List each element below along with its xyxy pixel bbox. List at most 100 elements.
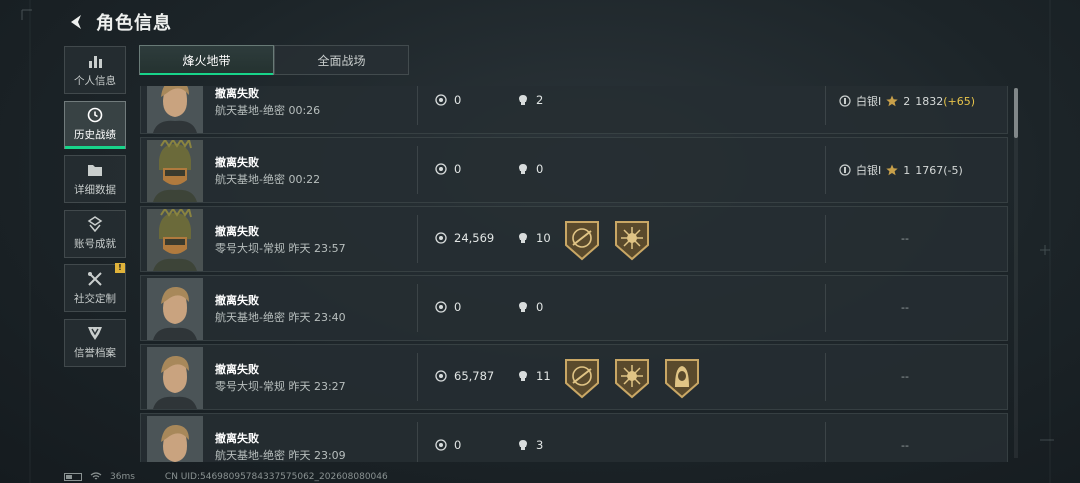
ping-text: 36ms <box>110 471 135 482</box>
tab-full-battlefield[interactable]: 全面战场 <box>274 45 409 75</box>
sidebar-item-reputation[interactable]: 信誉档案 <box>64 318 126 367</box>
avatar <box>147 86 203 133</box>
loot-value-text: 0 <box>454 93 462 107</box>
avatar <box>147 347 203 409</box>
scrollbar-track[interactable] <box>1014 88 1018 458</box>
rank-name: 白银I <box>856 95 882 108</box>
loot-value: 65,787 <box>435 369 494 383</box>
coin-icon <box>435 439 447 451</box>
column-divider <box>417 86 418 125</box>
skull-icon <box>519 302 527 312</box>
sidebar-item-achievements[interactable]: 账号成就 <box>64 209 126 258</box>
map-and-time: 零号大坝-常规 昨天 23:27 <box>215 380 346 393</box>
match-history-list[interactable]: 撤离失败 航天基地-绝密 00:26 0 2 白银I 2 1832 (+65) 撤… <box>140 86 1010 462</box>
kill-count-text: 11 <box>536 369 551 383</box>
sidebar-item-social[interactable]: ! 社交定制 <box>64 263 126 312</box>
map-and-time: 航天基地-绝密 00:26 <box>215 104 321 117</box>
hooded-medal-icon <box>665 359 699 399</box>
scrollbar-thumb[interactable] <box>1014 88 1018 138</box>
avatar <box>147 209 203 271</box>
coin-icon <box>435 163 447 175</box>
map-and-time: 航天基地-绝密 00:22 <box>215 173 321 186</box>
back-arrow-icon[interactable] <box>66 12 86 32</box>
column-divider <box>417 353 418 401</box>
star-icon <box>886 164 898 176</box>
sidebar: 个人信息 历史战绩 详细数据 账号成就 ! 社交定制 信誉档案 <box>64 46 126 373</box>
score-delta: (+65) <box>943 94 976 108</box>
avatar <box>147 278 203 340</box>
kill-count-text: 0 <box>536 162 544 176</box>
column-divider <box>825 284 826 332</box>
kill-count: 11 <box>517 369 551 383</box>
kill-count: 0 <box>517 162 543 176</box>
sidebar-item-personal-info[interactable]: 个人信息 <box>64 46 126 94</box>
match-result: 撤离失败 <box>215 432 259 445</box>
kill-count: 3 <box>517 438 543 452</box>
rank-score: 1832 <box>915 94 944 108</box>
map-and-time: 航天基地-绝密 昨天 23:09 <box>215 449 346 462</box>
sidebar-item-history[interactable]: 历史战绩 <box>64 100 126 149</box>
rifle-medal-icon <box>565 221 599 261</box>
loot-value: 0 <box>435 438 461 452</box>
column-divider <box>417 146 418 194</box>
match-result: 撤离失败 <box>215 363 259 376</box>
map-and-time: 航天基地-绝密 昨天 23:40 <box>215 311 346 324</box>
sidebar-item-label: 详细数据 <box>74 183 116 196</box>
shield-badge-icon <box>88 327 102 340</box>
column-divider <box>417 422 418 462</box>
uid-text: CN UID:5469809578433757506​2_20260808004… <box>164 471 388 482</box>
match-result: 撤离失败 <box>215 225 259 238</box>
rank-placeholder: -- <box>901 370 909 383</box>
column-divider <box>417 284 418 332</box>
loot-value-text: 0 <box>454 162 462 176</box>
rank-stars: 1 <box>903 163 911 177</box>
list-item[interactable]: 撤离失败 航天基地-绝密 昨天 23:40 0 0 -- <box>140 275 1008 341</box>
sidebar-item-label: 账号成就 <box>74 238 116 250</box>
list-item[interactable]: 撤离失败 零号大坝-常规 昨天 23:57 24,569 10 -- <box>140 206 1008 272</box>
rank-info: 白银I 1 1767(-5) <box>839 162 963 178</box>
rank-score: 1767(-5) <box>915 163 963 177</box>
tab-blaze-zone[interactable]: 烽火地带 <box>139 45 274 75</box>
kill-count: 0 <box>517 300 543 314</box>
list-item[interactable]: 撤离失败 航天基地-绝密 00:22 0 0 白银I 1 1767(-5) <box>140 137 1008 203</box>
sun-medal-icon <box>615 221 649 261</box>
tools-icon <box>88 271 102 286</box>
loot-value: 0 <box>435 162 461 176</box>
column-divider <box>825 353 826 401</box>
star-icon <box>886 95 898 107</box>
skull-icon <box>519 95 527 105</box>
coin-icon <box>435 232 447 244</box>
column-divider <box>417 215 418 263</box>
mode-tabs: 烽火地带 全面战场 <box>139 45 409 75</box>
loot-value: 0 <box>435 93 461 107</box>
kill-count: 10 <box>517 231 551 245</box>
achievement-icon <box>87 216 103 232</box>
column-divider <box>825 422 826 462</box>
sidebar-item-label: 社交定制 <box>74 292 116 305</box>
rank-name: 白银I <box>856 164 882 177</box>
clock-history-icon <box>87 107 103 123</box>
rank-info: 白银I 2 1832 (+65) <box>839 93 975 109</box>
rank-placeholder: -- <box>901 439 909 452</box>
skull-icon <box>519 233 527 243</box>
rifle-medal-icon <box>565 359 599 399</box>
list-item[interactable]: 撤离失败 航天基地-绝密 00:26 0 2 白银I 2 1832 (+65) <box>140 86 1008 134</box>
list-item[interactable]: 撤离失败 航天基地-绝密 昨天 23:09 0 3 -- <box>140 413 1008 462</box>
kill-count-text: 3 <box>536 438 544 452</box>
skull-icon <box>519 440 527 450</box>
kill-count-text: 0 <box>536 300 544 314</box>
notification-badge: ! <box>115 263 125 273</box>
kill-count: 2 <box>517 93 543 107</box>
coin-icon <box>435 370 447 382</box>
list-item[interactable]: 撤离失败 零号大坝-常规 昨天 23:27 65,787 11 -- <box>140 344 1008 410</box>
loot-value-text: 0 <box>454 300 462 314</box>
page-title: 角色信息 <box>96 13 172 34</box>
loot-value-text: 0 <box>454 438 462 452</box>
coin-icon <box>435 301 447 313</box>
sidebar-item-label: 个人信息 <box>74 74 116 87</box>
bar-chart-icon <box>89 55 102 68</box>
sidebar-item-details[interactable]: 详细数据 <box>64 155 126 203</box>
map-and-time: 零号大坝-常规 昨天 23:57 <box>215 242 346 255</box>
page-header: 角色信息 <box>66 8 172 36</box>
skull-icon <box>519 164 527 174</box>
